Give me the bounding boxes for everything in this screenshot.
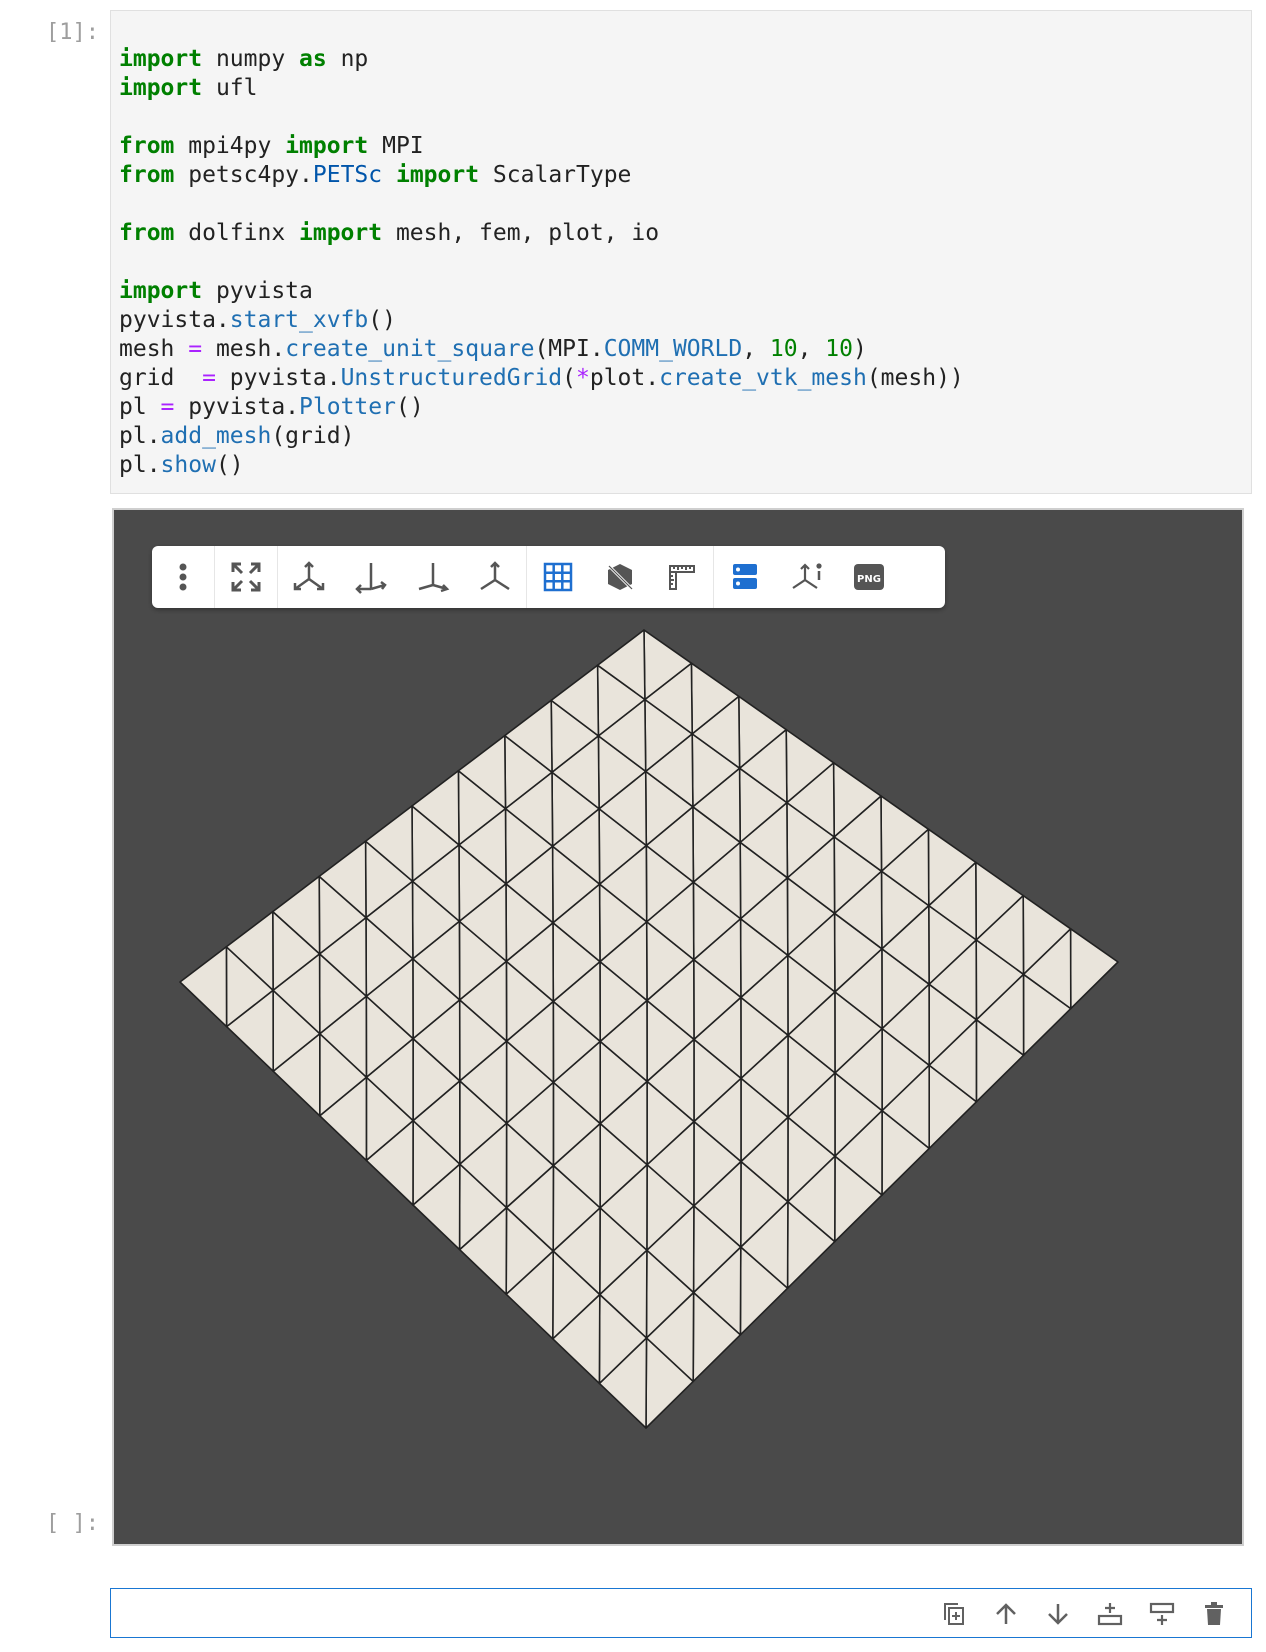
insert-below-icon[interactable]	[1145, 1597, 1179, 1631]
code-line: from dolfinx import mesh, fem, plot, io	[119, 220, 660, 246]
delete-cell-icon[interactable]	[1197, 1597, 1231, 1631]
code-line: import numpy as np	[119, 46, 369, 72]
cell-toolbar	[937, 1597, 1231, 1631]
more-options-icon[interactable]	[152, 546, 214, 608]
move-down-icon[interactable]	[1041, 1597, 1075, 1631]
panel-toggle-icon[interactable]	[714, 546, 776, 608]
duplicate-cell-icon[interactable]	[937, 1597, 971, 1631]
code-line: from petsc4py.PETSc import ScalarType	[119, 162, 632, 188]
code-line: import ufl	[119, 75, 258, 101]
code-line: grid = pyvista.UnstructuredGrid(*plot.cr…	[119, 365, 964, 391]
code-line: import pyvista	[119, 278, 313, 304]
cell-prompt-empty: [ ]:	[46, 1511, 99, 1536]
cell-prompt: [1]:	[46, 20, 99, 45]
ruler-icon[interactable]	[651, 546, 713, 608]
bounds-box-icon[interactable]	[589, 546, 651, 608]
grid-icon[interactable]	[527, 546, 589, 608]
view-x-axis-icon[interactable]	[278, 546, 340, 608]
code-line: pyvista.start_xvfb()	[119, 307, 396, 333]
view-y-axis-icon[interactable]	[340, 546, 402, 608]
pyvista-viewer[interactable]: PNG	[112, 508, 1244, 1546]
view-z-axis-icon[interactable]	[402, 546, 464, 608]
insert-above-icon[interactable]	[1093, 1597, 1127, 1631]
move-up-icon[interactable]	[989, 1597, 1023, 1631]
view-isometric-icon[interactable]	[464, 546, 526, 608]
code-cell[interactable]: import numpy as np import ufl from mpi4py…	[110, 10, 1252, 494]
mesh-triangles	[179, 629, 1119, 1429]
code-editor[interactable]: import numpy as np import ufl from mpi4py…	[119, 45, 964, 480]
mesh-triangle	[1069, 927, 1119, 1010]
screenshot-png-icon[interactable]: PNG	[838, 546, 900, 608]
mesh-triangle	[179, 945, 228, 1028]
svg-text:PNG: PNG	[857, 574, 881, 585]
code-line: from mpi4py import MPI	[119, 133, 424, 159]
axes-info-icon[interactable]	[776, 546, 838, 608]
code-line: pl = pyvista.Plotter()	[119, 394, 424, 420]
mesh-plot[interactable]	[114, 510, 1242, 1544]
code-line: mesh = mesh.create_unit_square(MPI.COMM_…	[119, 336, 867, 362]
code-line: pl.add_mesh(grid)	[119, 423, 355, 449]
code-line: pl.show()	[119, 452, 244, 478]
viewer-toolbar: PNG	[152, 546, 945, 608]
fullscreen-icon[interactable]	[215, 546, 277, 608]
empty-code-cell[interactable]	[110, 1588, 1252, 1638]
